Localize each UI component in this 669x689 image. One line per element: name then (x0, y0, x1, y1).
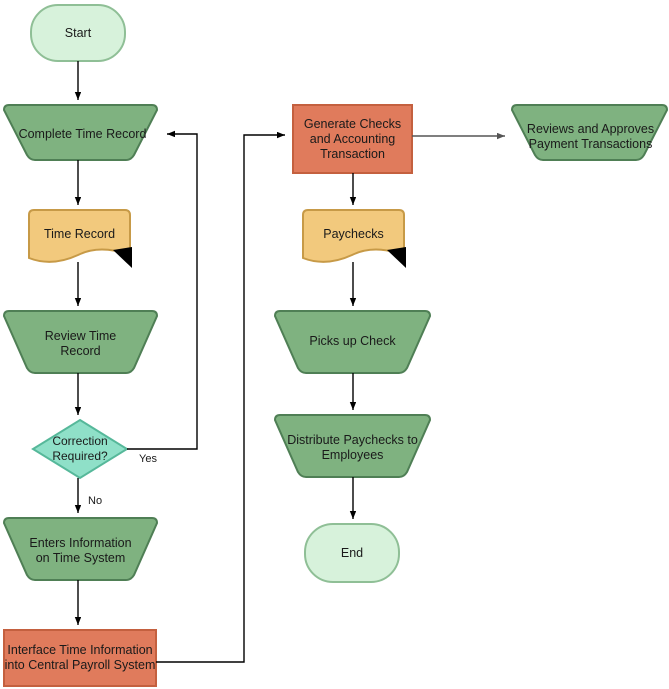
edge-interface-time-to-generate-checks (156, 131, 285, 663)
node-interface-time-information[interactable] (3, 629, 157, 687)
flowchart-shapes-and-connectors: Complete Time Record (right loop) --> En… (2, 4, 669, 687)
edge-correction-required-yes-to-complete-time-record (127, 130, 198, 450)
node-paychecks[interactable] (302, 209, 405, 263)
node-start[interactable] (30, 4, 126, 62)
time-record-flag-icon (113, 247, 132, 268)
no-text: No (88, 495, 103, 507)
node-review-time-record[interactable] (2, 310, 159, 374)
node-generate-checks[interactable] (292, 104, 413, 174)
yes-text: Yes (139, 453, 157, 465)
edge-label-no: No (88, 495, 102, 508)
node-correction-required[interactable] (31, 418, 129, 480)
node-enters-information[interactable] (2, 517, 159, 581)
node-complete-time-record[interactable] (2, 104, 159, 161)
node-reviews-approves[interactable] (510, 104, 669, 161)
node-distribute-paychecks[interactable] (273, 414, 432, 478)
flowchart-canvas: Complete Time Record (right loop) --> En… (0, 0, 669, 689)
paychecks-flag-icon (387, 247, 406, 268)
node-picks-up-check[interactable] (273, 310, 432, 374)
node-time-record[interactable] (28, 209, 131, 263)
edge-label-yes: Yes (139, 453, 157, 466)
node-end[interactable] (304, 523, 400, 583)
